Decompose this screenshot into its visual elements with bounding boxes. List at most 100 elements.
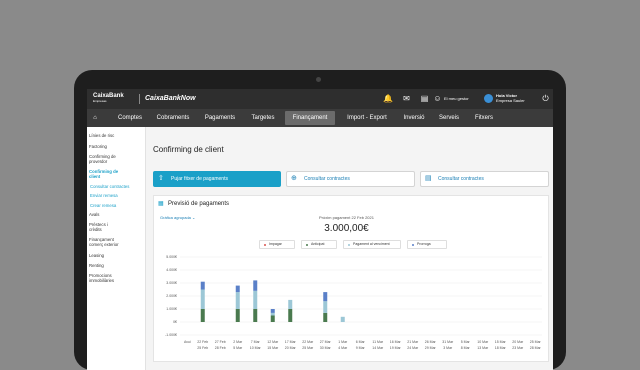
x-tick-label-2: 3 Mar [443,346,453,350]
y-tick-label: 2.000€ [166,294,177,298]
sidebar-item-consultar-contractes[interactable]: Consultar contractes [90,184,129,189]
x-tick-label: 15 Mar [495,340,507,344]
sidebar-item-avals[interactable]: Avals [89,212,99,217]
bar-segment-prorroga[interactable] [235,285,240,293]
bar-segment-prorroga[interactable] [253,280,258,291]
legend-anticipat[interactable]: Anticipat [301,240,337,249]
sidebar-item-prestecs[interactable]: Préstecs i crèdits [89,222,119,232]
x-tick-label-2: 4 Mar [338,346,348,350]
x-tick-label: 7 Mar [251,340,261,344]
upload-icon: ⇧ [158,175,164,182]
consult-contracts-button[interactable]: ⊕ Consultar contractes [286,171,415,187]
bar-segment-pagament-al-venciment[interactable] [323,301,328,313]
nav-targetes[interactable]: Targetes [247,111,279,125]
consult-contracts-button-2[interactable]: ▤ Consultar contractes [420,171,549,187]
bar-segment-prorroga[interactable] [200,281,205,290]
sidebar-item-enviar-remesa[interactable]: Enviar remesa [90,193,118,198]
bar-segment-pagament-al-venciment[interactable] [235,292,240,309]
bar-segment-pagament-al-venciment[interactable] [253,290,258,309]
document-icon[interactable]: ▤ [420,94,429,103]
gestor-icon[interactable]: ☺ [433,94,442,103]
bar-segment-pagament-al-venciment[interactable] [340,316,345,322]
legend-impagat[interactable]: Impagar [259,240,295,249]
y-tick-label: 4.000€ [166,268,177,272]
x-tick-label: 25 Mar [530,340,542,344]
x-tick-label: 6 Mar [356,340,366,344]
nav-comptes[interactable]: Comptes [113,111,147,125]
main-nav: ⌂ Comptes Cobraments Pagaments Targetes … [87,109,553,127]
legend-prorroga[interactable]: Prorroga [407,240,447,249]
bell-icon[interactable]: 🔔 [383,94,393,103]
x-tick-label-2: 29 Mar [425,346,437,350]
brand-logo[interactable]: CaixaBank Empresas [93,93,124,103]
camera [316,77,321,82]
forecast-chart: 5.000€ 4.000€ 3.000€ 2.000€ 1.000€ 0€ -1.000€ A… [165,255,542,350]
y-tick-label: -1.000€ [165,333,177,337]
sidebar-item-factoring[interactable]: Factoring [89,144,107,149]
x-tick-label: 27 Feb [215,340,226,344]
x-tick-label-2: 28 Mar [530,346,542,350]
gestor-link[interactable]: El meu gestor [444,96,469,101]
next-payment-amount: 3.000,00€ [324,223,369,234]
x-tick-label-2: 25 Mar [302,346,314,350]
x-tick-label: 22 Feb [197,340,208,344]
mail-icon[interactable]: ✉ [402,94,411,103]
bar-segment-pagament-al-venciment[interactable] [200,289,205,310]
legend-venciment[interactable]: Pagament al venciment [343,240,401,249]
y-tick-label: 0€ [173,320,177,324]
x-tick-label-2: 19 Mar [390,346,402,350]
nav-serveis[interactable]: Serveis [435,111,463,125]
y-tick-label: 1.000€ [166,307,177,311]
x-tick-label: 22 Mar [302,340,314,344]
x-tick-label: 1 Mar [338,340,348,344]
x-tick-label: 5 Mar [461,340,471,344]
sidebar-item-promocions[interactable]: Promocions immobiliàries [89,273,127,283]
x-tick-label: 31 Mar [442,340,454,344]
user-info[interactable]: Hola Victor Empresa Sauler [496,93,525,103]
x-tick-label: 20 Mar [512,340,524,344]
x-tick-label: 11 Mar [372,340,383,344]
sidebar-item-leasing[interactable]: Leasing [89,253,104,258]
nav-inversio[interactable]: Inversió [399,111,429,125]
bar-segment-pagament-al-venciment[interactable] [288,299,293,309]
bar-segment-anticipat[interactable] [200,309,205,322]
sidebar: Línies de risc Factoring Confirming de p… [87,127,146,370]
brand-divider [139,94,140,104]
sidebar-item-crear-remesa[interactable]: Crear remesa [90,203,116,208]
nav-financament[interactable]: Finançament [285,111,335,125]
upload-payments-button[interactable]: ⇧ Pujar fitxer de pagaments [153,171,281,187]
power-icon[interactable]: ⏻ [541,94,550,103]
bar-segment-anticipat[interactable] [288,309,293,322]
sidebar-item-confirming-proveidor[interactable]: Confirming de proveïdor [89,154,123,164]
user-company: Empresa Sauler [496,98,525,103]
nav-fitxers[interactable]: Fitxers [471,111,497,125]
bar-segment-anticipat[interactable] [323,312,328,322]
bar-segment-prorroga[interactable] [323,292,328,302]
nav-cobraments[interactable]: Cobraments [153,111,193,125]
home-icon[interactable]: ⌂ [90,111,100,125]
nav-import-export[interactable]: Import - Export [341,111,393,125]
sidebar-item-linies-risc[interactable]: Línies de risc [89,133,114,138]
user-avatar[interactable] [484,94,493,103]
x-tick-label: 12 Mar [267,340,279,344]
x-tick-label-2: 28 Feb [215,346,226,350]
next-payment-label: Pròxim pagament 22 Feb 2021 [319,215,374,220]
x-tick-label: 26 Mar [425,340,437,344]
sidebar-item-renting[interactable]: Renting [89,263,104,268]
bar-segment-pagament-al-venciment[interactable] [270,312,275,316]
x-tick-label-2: 25 Feb [197,346,208,350]
page-title: Confirming de client [153,145,224,154]
brand-sub: Empresas [93,99,107,103]
bar-segment-anticipat[interactable] [253,309,258,322]
x-tick-label: 21 Mar [407,340,419,344]
sidebar-item-confirming-client[interactable]: Confirming de client [89,169,123,179]
x-tick-label-2: 24 Mar [407,346,419,350]
bar-segment-prorroga[interactable] [270,309,275,313]
nav-pagaments[interactable]: Pagaments [201,111,239,125]
top-bar: CaixaBank Empresas CaixaBankNow 🔔 ✉ ▤ ☺ … [87,89,553,109]
y-tick-label: 3.000€ [166,281,177,285]
bar-segment-anticipat[interactable] [270,315,275,323]
sidebar-item-financament-exterior[interactable]: Finançament comerç exterior [89,237,129,247]
bar-segment-anticipat[interactable] [235,309,240,322]
x-tick-label-2: 5 Mar [233,346,243,350]
